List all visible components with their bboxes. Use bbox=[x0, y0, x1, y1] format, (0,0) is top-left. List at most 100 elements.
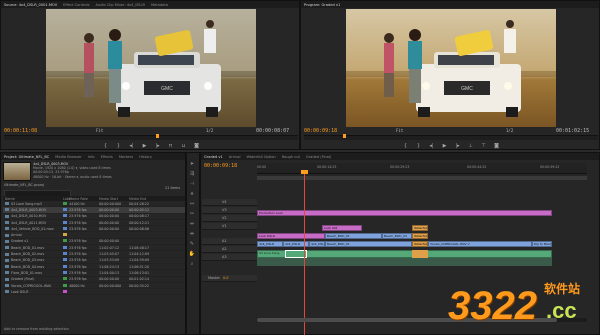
clip-type-icon bbox=[5, 227, 9, 231]
row-frame-rate: 23.976 fps bbox=[69, 226, 87, 231]
camera-icon[interactable]: ◙ bbox=[493, 143, 500, 149]
tab-history[interactable]: History bbox=[139, 155, 152, 159]
camera-icon[interactable]: ◙ bbox=[193, 143, 200, 149]
clip-look-001[interactable]: Look 001 bbox=[322, 225, 362, 231]
step-back-icon[interactable]: ◂| bbox=[128, 143, 135, 149]
tab-media-browser[interactable]: Media Browser bbox=[55, 155, 82, 159]
mark-in-icon[interactable]: { bbox=[102, 143, 109, 149]
clip-beach-v1[interactable]: Beach_BOD_01 bbox=[325, 241, 412, 247]
clip-waterfall-audio[interactable] bbox=[412, 250, 428, 258]
timeline-timecode[interactable]: 00:00:09:18 bbox=[204, 163, 237, 169]
rolling-edit-tool-icon[interactable]: ⧺ bbox=[187, 190, 197, 198]
row-media-end: 00:00:35:22 bbox=[129, 283, 150, 288]
timeline-work-area-bar[interactable] bbox=[257, 176, 587, 180]
tab-info[interactable]: Info bbox=[88, 155, 95, 159]
program-timecode-in[interactable]: 00:00:09:18 bbox=[304, 128, 337, 134]
clip-beach-bod-04[interactable]: Beach_BOD_04 bbox=[382, 233, 412, 239]
clip-waterfall-v3[interactable]: Waterfall bbox=[412, 225, 428, 231]
source-transport-controls: { } ◂| ▶ |▸ ⊓ ⊔ ◙ bbox=[1, 141, 299, 149]
track-header-master[interactable]: Master 0.0 bbox=[202, 275, 257, 282]
tab-sequence-rough-cut[interactable]: Rough cut bbox=[282, 155, 300, 159]
step-forward-icon[interactable]: |▸ bbox=[454, 143, 461, 149]
ripple-edit-tool-icon[interactable]: ⊣ bbox=[187, 180, 197, 188]
hand-tool-icon[interactable]: ✋ bbox=[187, 250, 197, 258]
track-header-v1[interactable]: V1 bbox=[202, 223, 257, 230]
clip-4x4-dslr-c[interactable]: 4x4_DSLR bbox=[309, 241, 325, 247]
clip-vocals-v1[interactable]: Vocals_COPRIGGOL.WAV V bbox=[428, 241, 532, 247]
row-media-end: 00:00:05:12 bbox=[129, 207, 150, 212]
clip-thumbnail[interactable] bbox=[3, 162, 31, 181]
row-name: Graded (Final) bbox=[3, 277, 63, 281]
insert-icon[interactable]: ⊓ bbox=[167, 143, 174, 149]
tab-sequence-graded-v1[interactable]: Graded v1 bbox=[204, 155, 223, 159]
tab-metadata[interactable]: Metadata bbox=[151, 3, 168, 7]
track-select-tool-icon[interactable]: ⇶ bbox=[187, 170, 197, 178]
tab-project[interactable]: Project: Ultimate_NFL_BC bbox=[4, 155, 49, 159]
row-name: 4x4_DSLR_0010.MOV bbox=[3, 214, 63, 218]
mark-in-icon[interactable]: { bbox=[402, 143, 409, 149]
timeline-playhead[interactable] bbox=[304, 170, 305, 335]
tab-sequence-waterfall[interactable]: Waterfall Option bbox=[246, 155, 275, 159]
overwrite-icon[interactable]: ⊔ bbox=[180, 143, 187, 149]
program-transport-controls: { } ◂| ▶ |▸ ⊥ ⊤ ◙ bbox=[301, 141, 599, 149]
play-icon[interactable]: ▶ bbox=[141, 143, 148, 149]
track-header-v3[interactable]: V3 bbox=[202, 207, 257, 214]
lift-icon[interactable]: ⊥ bbox=[467, 143, 474, 149]
col-name-header[interactable]: Name bbox=[3, 197, 63, 201]
rate-stretch-tool-icon[interactable]: ↔ bbox=[187, 200, 197, 208]
track-header-v4[interactable]: V4 bbox=[202, 199, 257, 206]
row-name-text: Beach_BOD_03.mov bbox=[11, 258, 45, 263]
row-name: 4x4_DSLR_0003.MOV bbox=[3, 208, 63, 212]
col-fps-header[interactable]: Frame Rate bbox=[69, 197, 99, 201]
table-row[interactable]: Look DSLR bbox=[3, 289, 185, 296]
tab-effects[interactable]: Effects bbox=[101, 155, 113, 159]
source-timecode-in[interactable]: 00:00:11:08 bbox=[4, 128, 37, 134]
row-media-start: 11:03:53:09 bbox=[99, 258, 120, 263]
tab-sequence-graded-final[interactable]: Graded (Final) bbox=[306, 155, 331, 159]
razor-tool-icon[interactable]: ✂ bbox=[187, 210, 197, 218]
program-playhead[interactable] bbox=[343, 134, 346, 138]
watermark-tld: .cc bbox=[546, 298, 577, 323]
clip-waterfall-v2[interactable]: Waterfall bbox=[412, 233, 428, 239]
clip-type-icon bbox=[5, 271, 9, 275]
row-name-text: Vocals_COPRIGGOL.WAV bbox=[11, 283, 52, 288]
label-color-swatch bbox=[63, 226, 67, 230]
clip-production-look[interactable]: Production Look bbox=[257, 210, 552, 216]
mark-out-icon[interactable]: } bbox=[115, 143, 122, 149]
step-forward-icon[interactable]: |▸ bbox=[154, 143, 161, 149]
mark-out-icon[interactable]: } bbox=[415, 143, 422, 149]
tab-program[interactable]: Program: Graded v1 bbox=[304, 3, 340, 7]
selection-tool-icon[interactable]: ➤ bbox=[187, 160, 197, 168]
program-time-ruler[interactable] bbox=[304, 135, 598, 140]
source-playhead[interactable] bbox=[156, 134, 159, 138]
track-header-a2[interactable]: A2 bbox=[202, 246, 257, 253]
clip-4x4-dslr-b[interactable]: 4x4_DSLR bbox=[283, 241, 309, 247]
source-time-ruler[interactable] bbox=[4, 135, 298, 140]
source-fit-select[interactable]: Fit bbox=[96, 128, 103, 133]
clip-look-dslr[interactable]: Look DSLR bbox=[257, 233, 325, 239]
tab-sequence-arrival[interactable]: Arrival bbox=[229, 155, 241, 159]
clip-waterfall-v1[interactable]: Waterfall bbox=[412, 241, 428, 247]
step-back-icon[interactable]: ◂| bbox=[428, 143, 435, 149]
slip-tool-icon[interactable]: ⇹ bbox=[187, 220, 197, 228]
clip-info-line: 48000 Hz · 16-bit · Stereo ▾, audio used… bbox=[33, 174, 112, 179]
tab-effect-controls[interactable]: Effect Controls bbox=[63, 3, 89, 7]
pen-tool-icon[interactable]: ✎ bbox=[187, 240, 197, 248]
zoom-tool-icon[interactable]: ⌕ bbox=[187, 260, 197, 268]
col-start-header[interactable]: Media Start bbox=[99, 197, 129, 201]
tab-markers[interactable]: Markers bbox=[119, 155, 133, 159]
track-header-a1[interactable]: A1 bbox=[202, 238, 257, 245]
clip-dip-to-black[interactable]: Dip to Black bbox=[532, 241, 552, 247]
program-fit-select[interactable]: Fit bbox=[396, 128, 403, 133]
play-icon[interactable]: ▶ bbox=[441, 143, 448, 149]
track-header-v2[interactable]: V2 bbox=[202, 215, 257, 222]
extract-icon[interactable]: ⊤ bbox=[480, 143, 487, 149]
track-header-a3[interactable]: A3 bbox=[202, 254, 257, 261]
tab-audio-clip-mixer[interactable]: Audio Clip Mixer: 4x4_DSLR bbox=[96, 3, 145, 7]
tab-source[interactable]: Source: 4x4_DSLR_0001.MOV bbox=[4, 3, 57, 7]
timeline-playhead-handle[interactable] bbox=[301, 170, 308, 174]
slide-tool-icon[interactable]: ⇼ bbox=[187, 230, 197, 238]
clip-beach-bod-01[interactable]: Beach_BOD_01 bbox=[325, 233, 382, 239]
clip-4x4-dslr-a[interactable]: 4x4_DSLR bbox=[257, 241, 283, 247]
col-end-header[interactable]: Media End bbox=[129, 197, 159, 201]
